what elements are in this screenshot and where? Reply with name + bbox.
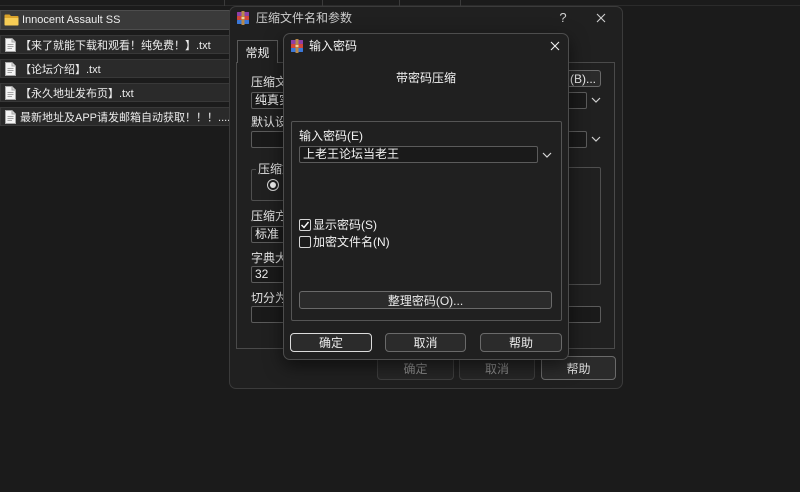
encrypt-file-names-checkbox[interactable] — [299, 236, 311, 248]
file-item[interactable]: 最新地址及APP请发邮箱自动获取！！！.... — [0, 107, 230, 126]
close-button[interactable] — [550, 41, 560, 51]
password-input[interactable]: 上老王论坛当老王 — [299, 146, 538, 163]
file-item[interactable]: 【永久地址发布页】.txt — [0, 83, 230, 102]
ok-button[interactable]: 确定 — [290, 333, 372, 352]
winrar-icon — [290, 39, 304, 53]
close-icon — [550, 41, 560, 51]
close-button[interactable] — [596, 13, 606, 23]
compression-method-label: 压缩方 — [251, 209, 288, 223]
dictionary-size-label: 字典大 — [251, 251, 288, 265]
column-divider[interactable] — [224, 0, 225, 6]
dialog-title: 压缩文件名和参数 — [256, 11, 353, 25]
password-dialog: 输入密码 带密码压缩 输入密码(E) 上老王论坛当老王 显示密码(S) 加密文件… — [283, 33, 569, 360]
archive-name-label: 压缩文 — [251, 75, 288, 89]
dialog-title: 输入密码 — [309, 39, 358, 53]
file-item-label: Innocent Assault SS — [22, 14, 121, 26]
close-icon — [596, 13, 606, 23]
dialog-heading: 带密码压缩 — [395, 71, 456, 85]
tab-general[interactable]: 常规 — [237, 40, 278, 63]
checkmark-icon — [300, 220, 310, 230]
radio-dot — [270, 182, 276, 188]
chevron-down-icon[interactable] — [591, 136, 601, 142]
file-item-label: 【永久地址发布页】.txt — [20, 87, 134, 100]
help-button[interactable]: 帮助 — [480, 333, 562, 352]
file-item-label: 【论坛介绍】.txt — [20, 63, 101, 76]
organize-passwords-button[interactable]: 整理密码(O)... — [299, 291, 552, 309]
folder-icon — [4, 14, 19, 26]
winrar-icon — [236, 11, 250, 25]
text-file-icon — [5, 37, 16, 52]
text-file-icon — [5, 61, 16, 76]
chevron-down-icon[interactable] — [542, 152, 552, 158]
chevron-down-icon[interactable] — [591, 97, 601, 103]
encrypt-file-names-label[interactable]: 加密文件名(N) — [313, 235, 390, 249]
split-volumes-label: 切分为 — [251, 291, 288, 305]
file-item[interactable]: 【来了就能下载和观看！纯免费！】.txt — [0, 35, 230, 54]
profile-label: 默认设 — [251, 115, 288, 129]
file-item-label: 【来了就能下载和观看！纯免费！】.txt — [20, 39, 211, 52]
password-label: 输入密码(E) — [299, 129, 363, 143]
file-item[interactable]: 【论坛介绍】.txt — [0, 59, 230, 78]
cancel-button[interactable]: 取消 — [385, 333, 466, 352]
help-button[interactable]: ? — [557, 10, 569, 26]
file-item-folder[interactable]: Innocent Assault SS — [0, 10, 230, 30]
text-file-icon — [5, 85, 16, 100]
format-radio[interactable] — [267, 179, 279, 191]
file-item-label: 最新地址及APP请发邮箱自动获取！！！.... — [20, 111, 229, 124]
text-file-icon — [5, 109, 16, 124]
show-password-checkbox[interactable] — [299, 219, 311, 231]
show-password-label[interactable]: 显示密码(S) — [313, 218, 377, 232]
